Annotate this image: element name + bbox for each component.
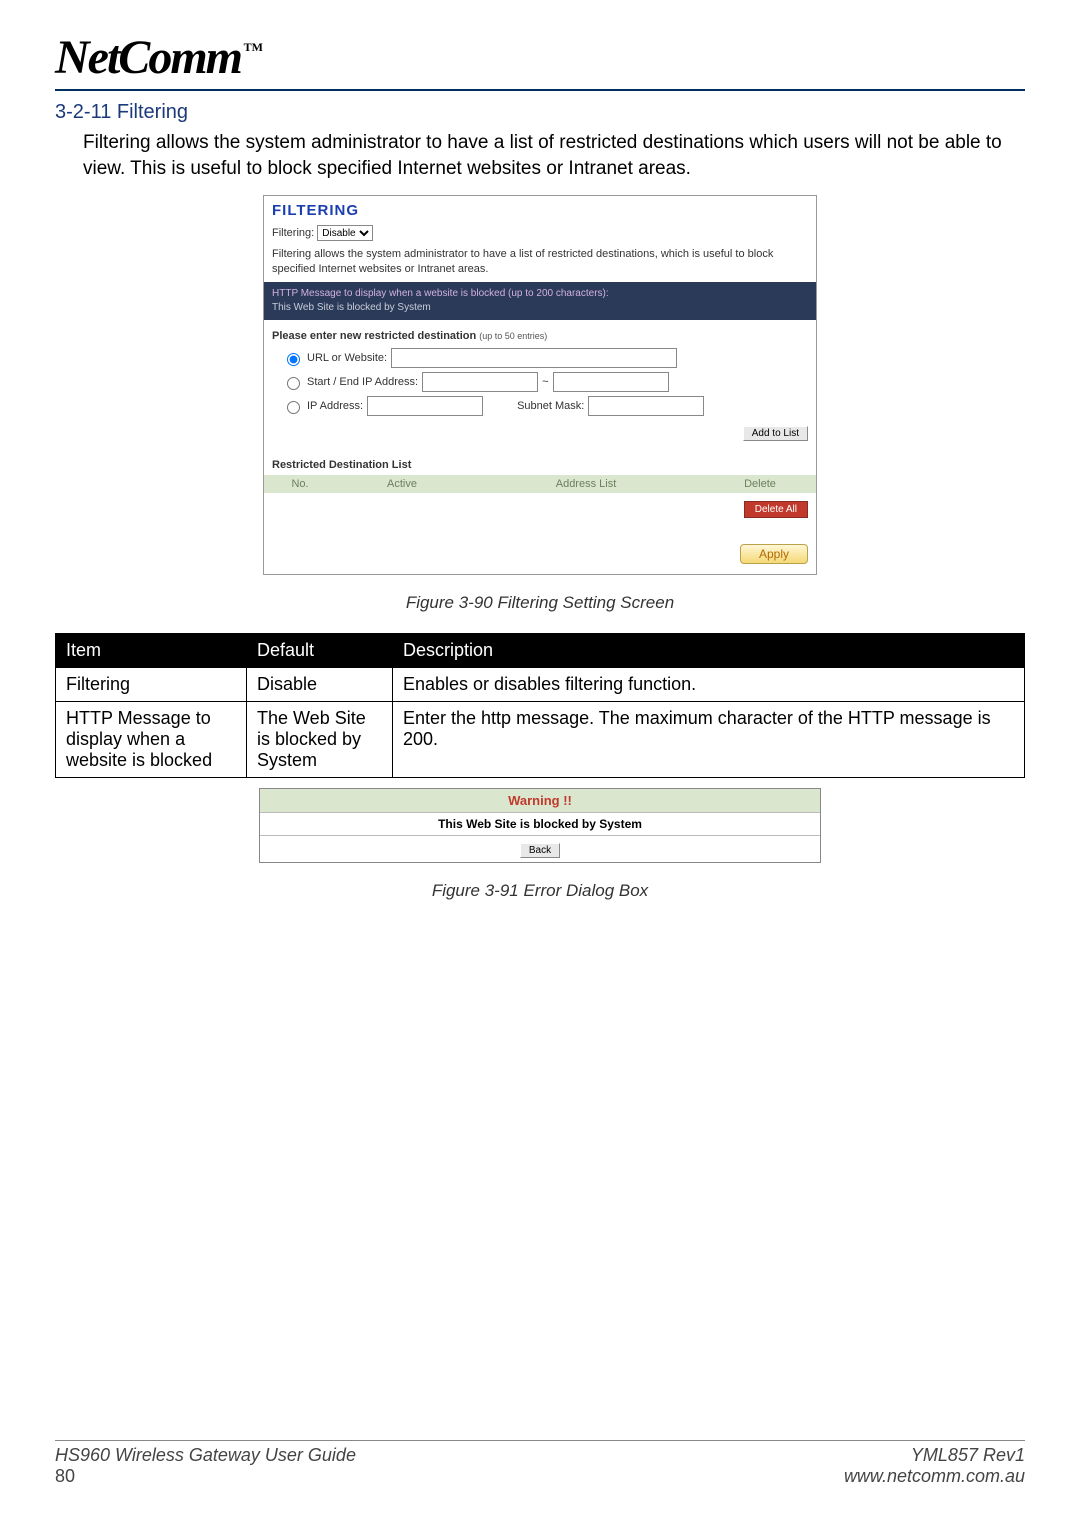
figure-caption-1: Figure 3-90 Filtering Setting Screen bbox=[55, 593, 1025, 613]
http-message-label: HTTP Message to display when a website i… bbox=[272, 287, 808, 301]
page-footer: HS960 Wireless Gateway User Guide YML857… bbox=[55, 1440, 1025, 1487]
filtering-screenshot: FILTERING Filtering: Disable Filtering a… bbox=[263, 195, 817, 575]
trademark: TM bbox=[244, 40, 263, 55]
apply-button[interactable]: Apply bbox=[740, 544, 808, 564]
brand-logo: NetComm TM bbox=[55, 30, 241, 85]
section-number: 3-2-11 bbox=[55, 101, 111, 123]
footer-divider bbox=[55, 1440, 1025, 1441]
section-heading: 3-2-11 Filtering bbox=[55, 101, 1025, 124]
radio-ip-range-label: Start / End IP Address: bbox=[307, 376, 418, 388]
restricted-list-table: No. Active Address List Delete bbox=[264, 475, 816, 493]
enter-destination-label: Please enter new restricted destination … bbox=[264, 320, 816, 346]
end-ip-input[interactable] bbox=[553, 372, 669, 392]
http-message-value: This Web Site is blocked by System bbox=[272, 301, 808, 315]
ip-range-separator: ~ bbox=[542, 376, 548, 388]
radio-url[interactable] bbox=[287, 353, 300, 366]
cell-description: Enter the http message. The maximum char… bbox=[393, 701, 1025, 777]
description-table: Item Default Description Filtering Disab… bbox=[55, 633, 1025, 778]
radio-url-label: URL or Website: bbox=[307, 352, 387, 364]
col-delete: Delete bbox=[704, 475, 816, 493]
subnet-input[interactable] bbox=[588, 396, 704, 416]
add-to-list-button[interactable]: Add to List bbox=[743, 426, 808, 441]
ip-input[interactable] bbox=[367, 396, 483, 416]
table-header-row: Item Default Description bbox=[56, 633, 1025, 667]
radio-ip[interactable] bbox=[287, 401, 300, 414]
footer-url: www.netcomm.com.au bbox=[844, 1466, 1025, 1487]
intro-paragraph: Filtering allows the system administrato… bbox=[83, 130, 1025, 181]
http-message-box: HTTP Message to display when a website i… bbox=[264, 282, 816, 320]
col-no: No. bbox=[264, 475, 336, 493]
cell-default: Disable bbox=[247, 667, 393, 701]
th-default: Default bbox=[247, 633, 393, 667]
enter-destination-hint: (up to 50 entries) bbox=[479, 331, 547, 341]
panel-heading: FILTERING bbox=[264, 196, 816, 223]
filtering-label: Filtering: bbox=[272, 227, 314, 239]
enter-destination-bold: Please enter new restricted destination bbox=[272, 330, 476, 342]
col-address: Address List bbox=[468, 475, 704, 493]
header-divider bbox=[55, 89, 1025, 91]
brand-name: NetComm bbox=[55, 31, 241, 84]
filtering-select[interactable]: Disable bbox=[317, 225, 373, 241]
footer-revision: YML857 Rev1 bbox=[911, 1445, 1025, 1466]
footer-guide-title: HS960 Wireless Gateway User Guide bbox=[55, 1445, 356, 1466]
start-ip-input[interactable] bbox=[422, 372, 538, 392]
warning-title: Warning !! bbox=[260, 789, 820, 813]
cell-item: HTTP Message to display when a website i… bbox=[56, 701, 247, 777]
cell-default: The Web Site is blocked by System bbox=[247, 701, 393, 777]
radio-ip-range[interactable] bbox=[287, 377, 300, 390]
subnet-label: Subnet Mask: bbox=[517, 400, 584, 412]
table-header-row: No. Active Address List Delete bbox=[264, 475, 816, 493]
table-row: Filtering Disable Enables or disables fi… bbox=[56, 667, 1025, 701]
th-item: Item bbox=[56, 633, 247, 667]
error-dialog: Warning !! This Web Site is blocked by S… bbox=[259, 788, 821, 863]
page-number: 80 bbox=[55, 1466, 75, 1487]
cell-description: Enables or disables filtering function. bbox=[393, 667, 1025, 701]
back-button[interactable]: Back bbox=[520, 843, 560, 858]
section-title-text: Filtering bbox=[117, 101, 188, 123]
url-input[interactable] bbox=[391, 348, 677, 368]
radio-ip-label: IP Address: bbox=[307, 400, 363, 412]
figure-caption-2: Figure 3-91 Error Dialog Box bbox=[55, 881, 1025, 901]
warning-message: This Web Site is blocked by System bbox=[260, 813, 820, 836]
restricted-list-title: Restricted Destination List bbox=[264, 449, 816, 475]
delete-all-button[interactable]: Delete All bbox=[744, 501, 808, 518]
th-description: Description bbox=[393, 633, 1025, 667]
table-row: HTTP Message to display when a website i… bbox=[56, 701, 1025, 777]
cell-item: Filtering bbox=[56, 667, 247, 701]
panel-description: Filtering allows the system administrato… bbox=[264, 243, 816, 282]
col-active: Active bbox=[336, 475, 468, 493]
